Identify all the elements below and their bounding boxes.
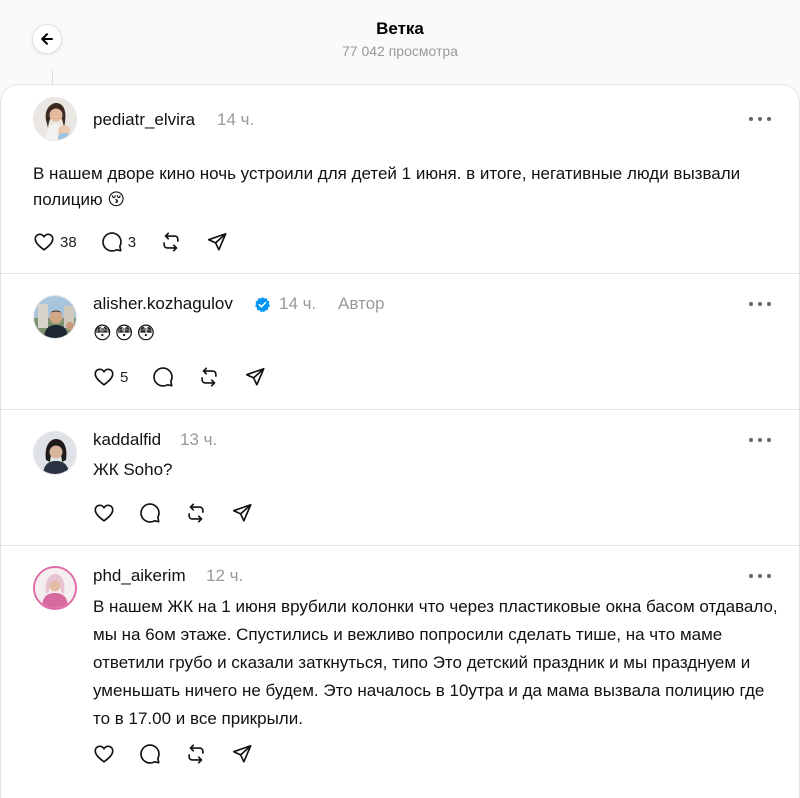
repost-icon — [163, 232, 179, 252]
post-text: В нашем дворе кино ночь устроили для дет… — [33, 164, 741, 209]
avatar[interactable] — [33, 97, 77, 141]
repost-button[interactable] — [185, 743, 207, 765]
repost-icon — [201, 367, 218, 387]
reply-count: 3 — [127, 233, 137, 251]
author-label: Автор — [338, 294, 385, 313]
avatar[interactable] — [33, 431, 77, 475]
thread-card: pediatr_elvira 14 ч. В нашем дворе кино … — [0, 84, 800, 798]
like-button[interactable]: 38 — [33, 231, 77, 253]
more-icon — [749, 117, 753, 121]
post-root: pediatr_elvira 14 ч. В нашем дворе кино … — [1, 85, 799, 274]
like-button[interactable] — [93, 502, 115, 524]
more-icon — [749, 574, 753, 578]
thread-connector — [52, 70, 53, 84]
more-options-button[interactable] — [749, 112, 771, 126]
reply-button[interactable] — [139, 502, 161, 524]
repost-icon — [188, 503, 204, 523]
heart-icon — [94, 504, 114, 522]
post-text: ЖК Soho? — [93, 460, 173, 479]
repost-button[interactable] — [160, 231, 182, 253]
page-title: Ветка — [376, 19, 424, 38]
share-icon — [207, 232, 227, 251]
share-icon — [232, 503, 252, 522]
share-button[interactable] — [244, 366, 266, 388]
reply-button[interactable]: 3 — [101, 231, 136, 253]
more-icon — [749, 302, 753, 306]
share-button[interactable] — [206, 231, 228, 253]
post-time: 12 ч. — [206, 566, 244, 585]
post-reply: alisher.kozhagulov 14 ч. Автор 😳😳😳 5 — [1, 274, 799, 410]
heart-icon — [34, 233, 54, 251]
post-actions: 38 3 — [33, 230, 252, 254]
reply-button[interactable] — [152, 366, 174, 388]
username[interactable]: pediatr_elvira — [93, 110, 195, 130]
comment-icon — [153, 367, 174, 387]
heart-icon — [94, 368, 114, 386]
reply-button[interactable] — [139, 743, 161, 765]
like-button[interactable]: 5 — [93, 366, 128, 388]
share-icon — [232, 744, 252, 763]
username[interactable]: alisher.kozhagulov — [93, 294, 233, 314]
share-button[interactable] — [231, 743, 253, 765]
post-reply: kaddalfid 13 ч. ЖК Soho? — [1, 410, 799, 546]
repost-button[interactable] — [185, 502, 207, 524]
comment-icon — [101, 232, 122, 252]
more-icon — [749, 438, 753, 442]
repost-icon — [188, 744, 204, 764]
username[interactable]: kaddalfid — [93, 430, 161, 450]
repost-button[interactable] — [198, 366, 220, 388]
heart-icon — [94, 745, 114, 763]
comment-icon — [140, 744, 160, 764]
post-text: 😳😳😳 — [93, 323, 159, 343]
share-button[interactable] — [231, 502, 253, 524]
like-button[interactable] — [93, 743, 115, 765]
more-options-button[interactable] — [749, 569, 771, 583]
post-reply: phd_aikerim 12 ч. В нашем ЖК на 1 июня в… — [1, 546, 799, 798]
post-actions — [93, 501, 277, 525]
avatar[interactable] — [33, 295, 77, 339]
more-options-button[interactable] — [749, 297, 771, 311]
post-actions: 5 — [93, 365, 290, 389]
post-text: В нашем ЖК на 1 июня врубили колонки что… — [93, 597, 778, 728]
share-icon — [246, 367, 265, 386]
post-time: 14 ч. — [279, 294, 317, 313]
more-options-button[interactable] — [749, 433, 771, 447]
username[interactable]: phd_aikerim — [93, 566, 186, 586]
post-actions — [93, 742, 277, 766]
avatar[interactable] — [33, 566, 77, 610]
post-time: 13 ч. — [180, 430, 218, 449]
view-count: 77 042 просмотра — [342, 43, 458, 59]
like-count: 5 — [120, 368, 129, 386]
comment-icon — [140, 503, 160, 523]
verified-badge-icon — [255, 297, 270, 313]
like-count: 38 — [60, 233, 77, 251]
header-bar: Ветка 77 042 просмотра — [0, 0, 800, 84]
post-time: 14 ч. — [217, 110, 255, 129]
